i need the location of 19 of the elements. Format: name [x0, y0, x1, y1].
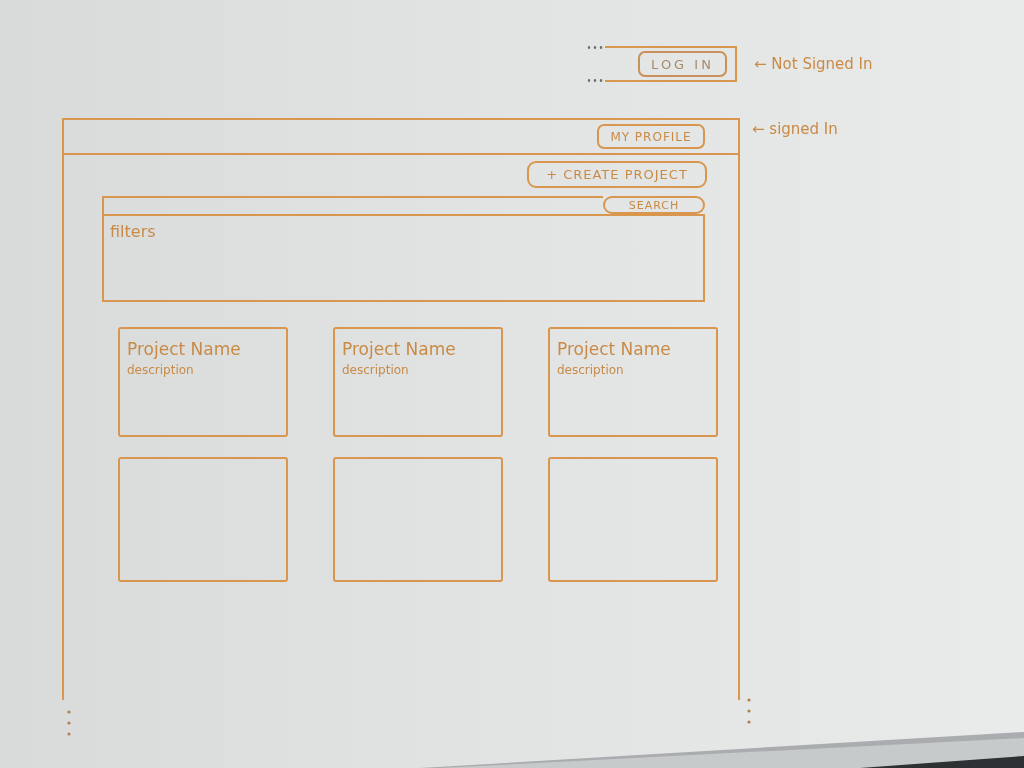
annotation-note: ← signed In	[752, 120, 838, 138]
search-field[interactable]	[102, 196, 603, 214]
project-name: Project Name	[127, 339, 241, 359]
filters-label: filters	[110, 222, 156, 241]
project-name: Project Name	[342, 339, 456, 359]
project-card[interactable]: Project Name description	[118, 327, 288, 437]
log-in-button[interactable]: LOG IN	[638, 51, 727, 77]
search-button[interactable]: SEARCH	[603, 196, 705, 214]
create-project-button[interactable]: + CREATE PROJECT	[527, 161, 707, 188]
project-card[interactable]: Project Name description	[333, 327, 503, 437]
project-description: description	[342, 363, 409, 377]
continuation-dots-icon	[67, 710, 71, 736]
project-description: description	[127, 363, 194, 377]
project-card[interactable]: Project Name description	[548, 327, 718, 437]
my-profile-button[interactable]: MY PROFILE	[597, 124, 705, 149]
annotation-note: ← Not Signed In	[754, 55, 873, 73]
project-name: Project Name	[557, 339, 671, 359]
continuation-dots-icon	[747, 698, 751, 724]
project-description: description	[557, 363, 624, 377]
